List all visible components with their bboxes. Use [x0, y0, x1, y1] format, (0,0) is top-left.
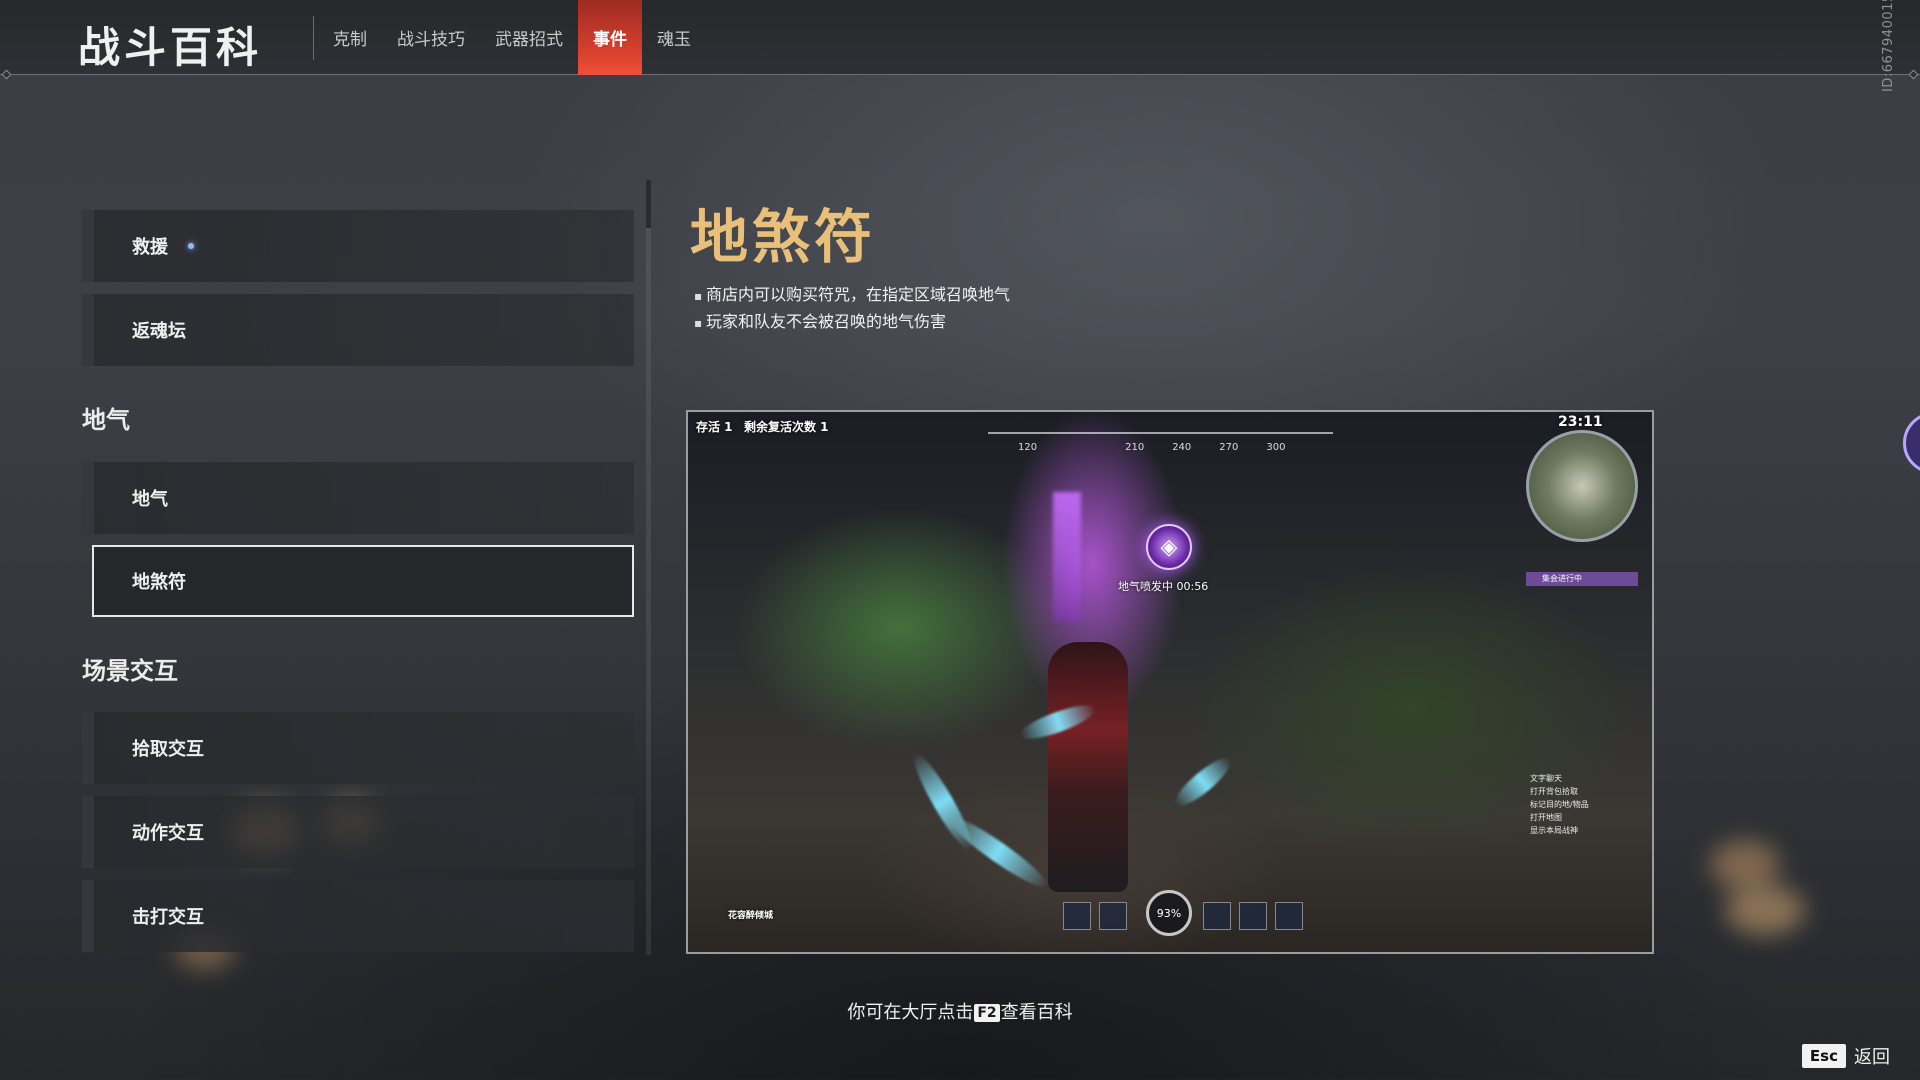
scrollbar-thumb[interactable] [646, 180, 651, 228]
page-title: 战斗百科 [78, 23, 263, 72]
footer-tip-text: 查看百科 [1000, 1002, 1073, 1023]
menu-item-soul-altar[interactable]: 返魂坛 [82, 294, 634, 366]
bokeh-light [1710, 840, 1780, 890]
menu-item-action-interaction[interactable]: 动作交互 [82, 796, 634, 868]
tab-soul-jade[interactable]: 魂玉 [642, 0, 706, 75]
preview-compass-ticks: 120 210 240 270 300 [1018, 442, 1285, 453]
corner-ornament [1, 69, 12, 80]
esc-key-icon: Esc [1801, 1044, 1846, 1068]
preview-keybind-hints: 文字聊天 打开背包拾取 标记目的地/物品 打开地图 显示本局战神 [1530, 772, 1589, 837]
new-dot-icon [188, 243, 194, 249]
compass-tick: 120 [1018, 442, 1038, 453]
menu-item-strike-interaction[interactable]: 击打交互 [82, 880, 634, 952]
menu-scrollbar[interactable] [646, 180, 651, 955]
tab-events[interactable]: 事件 [578, 0, 642, 75]
menu-item-label: 击打交互 [132, 907, 204, 928]
hint-line: 打开地图 [1530, 813, 1562, 822]
footer-tip-text: 你可在大厅点击 [847, 1002, 974, 1023]
preview-clock: 23:11 [1558, 414, 1603, 430]
menu-item-label: 救援 [132, 237, 168, 258]
menu-item-label: 地煞符 [132, 572, 186, 593]
back-button[interactable]: Esc 返回 [1801, 1043, 1890, 1069]
player-character [1048, 642, 1128, 892]
preview-quest-bar: 集会进行中 [1526, 572, 1638, 586]
menu-item-label: 返魂坛 [132, 321, 186, 342]
hotbar-slot [1099, 902, 1127, 930]
side-orb-icon[interactable] [1903, 412, 1920, 474]
section-header-scene-interaction: 场景交互 [82, 657, 178, 685]
compass-tick: 270 [1219, 442, 1239, 453]
menu-item-pickup-interaction[interactable]: 拾取交互 [82, 712, 634, 784]
tab-weapon-moves[interactable]: 武器招式 [480, 0, 578, 75]
section-header-diqi: 地气 [82, 406, 130, 434]
preview-minimap [1526, 430, 1638, 542]
client-id-label: ID:6679400150163[CN] [1881, 0, 1896, 92]
title-divider [313, 16, 314, 60]
entry-title: 地煞符 [690, 203, 877, 271]
entry-description: 商店内可以购买符咒，在指定区域召唤地气 玩家和队友不会被召唤的地气伤害 [694, 282, 1010, 336]
blade-fx [1169, 751, 1237, 813]
menu-item-label: 动作交互 [132, 823, 204, 844]
menu-item-disha-talisman[interactable]: 地煞符 [92, 545, 634, 617]
preview-alive-count: 存活 1 [696, 420, 733, 434]
hint-line: 标记目的地/物品 [1530, 800, 1589, 809]
tab-counter[interactable]: 克制 [318, 0, 382, 75]
preview-skill-ring: 93% [1146, 890, 1192, 936]
hotbar-slot [1239, 902, 1267, 930]
hint-line: 打开背包拾取 [1530, 787, 1578, 796]
hint-line: 显示本局战神 [1530, 826, 1578, 835]
hotbar-slot [1275, 902, 1303, 930]
menu-item-diqi[interactable]: 地气 [82, 462, 634, 534]
footer-tip: 你可在大厅点击 F2 查看百科 [0, 998, 1920, 1024]
menu-item-label: 拾取交互 [132, 739, 204, 760]
purple-energy-pillar [1053, 492, 1081, 622]
compass-tick: 210 [1125, 442, 1145, 453]
gameplay-preview-image: 存活 1 剩余复活次数 1 120 210 240 270 300 23:11 … [686, 410, 1654, 954]
blade-fx [943, 809, 1053, 895]
preview-revive-count: 剩余复活次数 1 [744, 420, 829, 434]
compass-tick: 300 [1266, 442, 1286, 453]
hint-line: 文字聊天 [1530, 774, 1562, 783]
diqi-event-icon: ◈ [1146, 524, 1192, 570]
hotbar-slot [1203, 902, 1231, 930]
description-bullet: 商店内可以购买符咒，在指定区域召唤地气 [694, 282, 1010, 309]
corner-ornament [1908, 69, 1919, 80]
hotbar-slot [1063, 902, 1091, 930]
tab-bar: 克制 战斗技巧 武器招式 事件 魂玉 [318, 0, 706, 75]
back-label: 返回 [1854, 1047, 1890, 1068]
event-menu: 救援 返魂坛 地气 地气 地煞符 场景交互 拾取交互 动作交互 击打交互 [82, 180, 634, 955]
bokeh-light [1725, 885, 1805, 935]
description-bullet: 玩家和队友不会被召唤的地气伤害 [694, 309, 1010, 336]
f2-key-icon: F2 [974, 1004, 1000, 1022]
preview-event-timer: 地气喷发中 00:56 [1118, 580, 1209, 593]
menu-item-label: 地气 [132, 489, 168, 510]
preview-compass [988, 432, 1333, 434]
menu-item-rescue[interactable]: 救援 [82, 210, 634, 282]
compass-tick: 240 [1172, 442, 1192, 453]
top-bar: 战斗百科 克制 战斗技巧 武器招式 事件 魂玉 [0, 0, 1920, 80]
preview-player-name: 花容醉倾城 [728, 911, 774, 921]
tab-combat-skills[interactable]: 战斗技巧 [382, 0, 480, 75]
